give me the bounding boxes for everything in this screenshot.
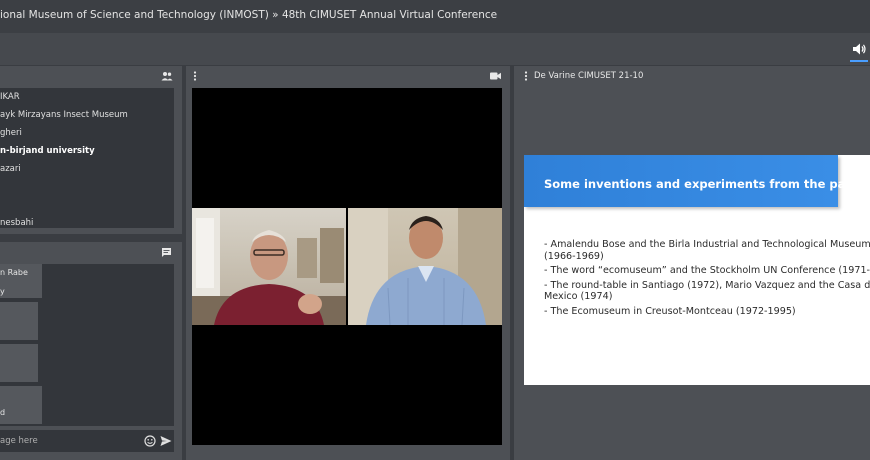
slide-heading-box: Some inventions and experiments from the… bbox=[524, 155, 858, 207]
video-stage bbox=[192, 88, 502, 445]
emoji-icon[interactable] bbox=[144, 435, 156, 447]
user-item-highlighted[interactable]: n-birjand university bbox=[0, 146, 95, 156]
chat-message bbox=[0, 302, 38, 340]
slide-bullet: - Amalendu Bose and the Birla Industrial… bbox=[544, 239, 870, 262]
users-panel-header bbox=[0, 66, 182, 86]
window-title: ional Museum of Science and Technology (… bbox=[0, 0, 870, 33]
participant-video-2[interactable] bbox=[348, 208, 502, 325]
user-item[interactable]: ayk Mirzayans Insect Museum bbox=[0, 110, 128, 120]
user-item[interactable]: IKAR bbox=[0, 92, 20, 102]
slide-bullet: - The round-table in Santiago (1972), Ma… bbox=[544, 279, 870, 303]
presentation-panel: De Varine CIMUSET 21-10 Some inventions … bbox=[514, 66, 870, 460]
toolbar bbox=[0, 33, 870, 65]
send-icon[interactable] bbox=[160, 435, 172, 447]
chat-messages: n Rabe y d bbox=[0, 264, 174, 426]
chat-panel: n Rabe y d age here bbox=[0, 242, 182, 460]
chat-icon[interactable] bbox=[161, 247, 172, 258]
chat-message: n Rabe y bbox=[0, 264, 42, 298]
users-panel: IKAR ayk Mirzayans Insect Museum gheri n… bbox=[0, 66, 182, 234]
video-panel-header bbox=[186, 66, 510, 86]
slide-bullets: - Amalendu Bose and the Birla Industrial… bbox=[544, 239, 870, 321]
more-options-icon[interactable] bbox=[524, 71, 528, 81]
presentation-title: De Varine CIMUSET 21-10 bbox=[534, 71, 644, 81]
video-panel bbox=[186, 66, 510, 460]
slide-heading: Some inventions and experiments from the… bbox=[544, 177, 858, 191]
presentation-slide: Some inventions and experiments from the… bbox=[524, 155, 870, 385]
chat-message: d bbox=[0, 386, 42, 424]
chat-panel-header bbox=[0, 242, 182, 262]
chat-message bbox=[0, 344, 38, 382]
conference-app: ional Museum of Science and Technology (… bbox=[0, 0, 870, 460]
users-icon[interactable] bbox=[161, 71, 173, 81]
slide-bullet: - The word “ecomuseum” and the Stockholm… bbox=[544, 265, 870, 277]
slide-bullet: - The Ecomuseum in Creusot-Montceau (197… bbox=[544, 305, 796, 317]
users-list: IKAR ayk Mirzayans Insect Museum gheri n… bbox=[0, 88, 174, 228]
more-options-icon[interactable] bbox=[193, 71, 197, 81]
camera-icon[interactable] bbox=[490, 72, 501, 80]
participant-video-1[interactable] bbox=[192, 208, 346, 325]
participant-2-scene bbox=[348, 208, 502, 325]
participant-1-scene bbox=[192, 208, 346, 325]
presentation-panel-header: De Varine CIMUSET 21-10 bbox=[514, 66, 870, 86]
user-item[interactable]: nesbahi bbox=[0, 218, 33, 228]
chat-input-placeholder: age here bbox=[0, 436, 38, 446]
user-item[interactable]: azari bbox=[0, 164, 21, 174]
audio-active-indicator bbox=[850, 60, 868, 62]
speaker-icon[interactable] bbox=[852, 42, 866, 56]
chat-input[interactable]: age here bbox=[0, 430, 174, 452]
user-item[interactable]: gheri bbox=[0, 128, 22, 138]
